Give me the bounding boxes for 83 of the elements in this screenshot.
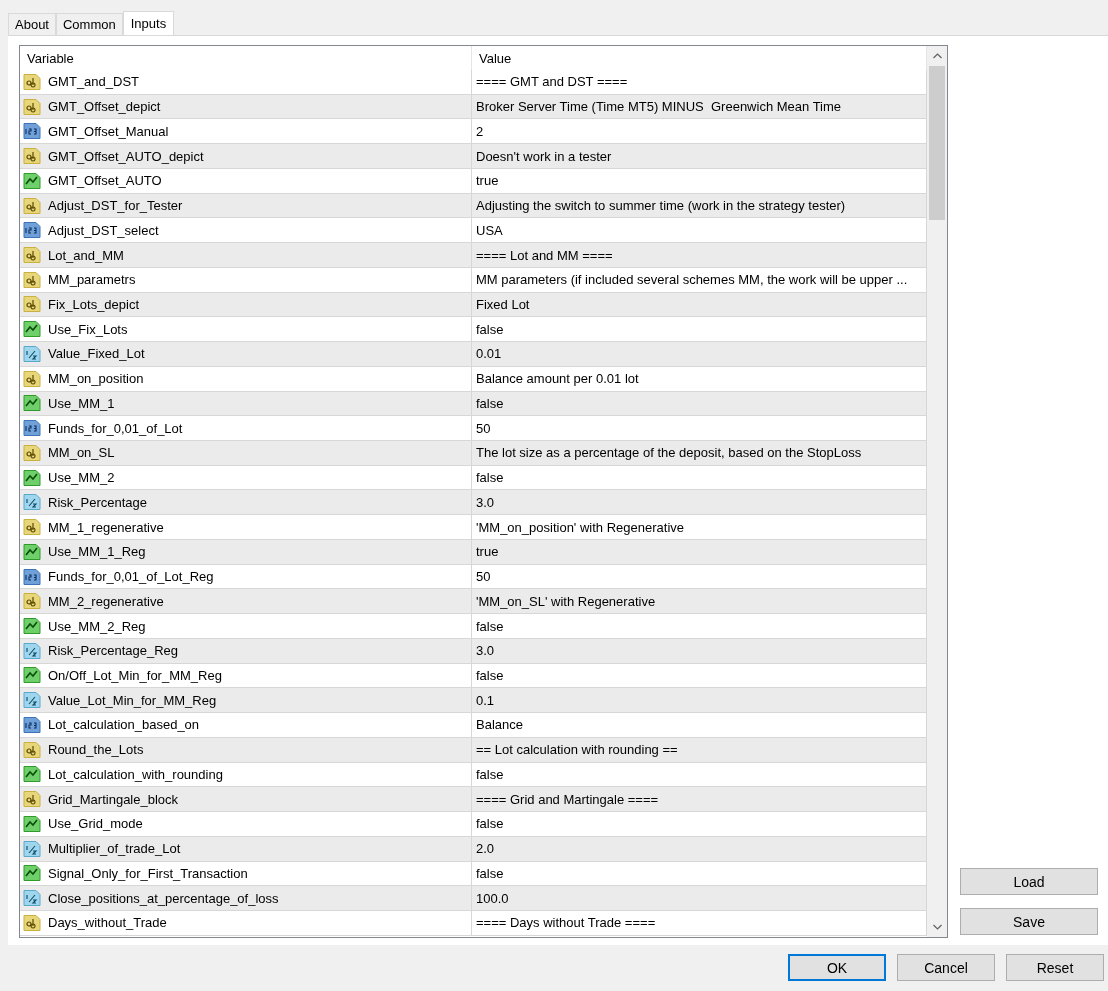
side-button[interactable]: Load [960,868,1098,895]
text-document-icon [23,913,41,932]
text-document-icon [23,295,41,314]
variable-name: MM_1_regenerative [48,519,164,535]
variable-name: Risk_Percentage [48,494,147,510]
tab[interactable]: Common [56,13,123,35]
line-document-icon [23,394,41,413]
line-document-icon [23,765,41,784]
text-document-icon [23,518,41,537]
variable-name: Close_positions_at_percentage_of_loss [48,890,279,906]
fraction-document-icon [23,641,41,660]
variable-name: Round_the_Lots [48,742,144,758]
variable-name: Signal_Only_for_First_Transaction [48,865,248,881]
text-document-icon [23,369,41,388]
tab[interactable]: Inputs [122,11,175,35]
number-document-icon [23,221,41,240]
variable-name: GMT_Offset_AUTO_depict [48,148,204,164]
number-document-icon [23,715,41,734]
variable-name: GMT_Offset_depict [48,99,161,115]
variable-name: MM_2_regenerative [48,593,164,609]
variable-name: Adjust_DST_for_Tester [48,198,183,214]
variable-name: GMT_Offset_Manual [48,123,169,139]
variable-name: Use_MM_1_Reg [48,544,146,560]
line-document-icon [23,864,41,883]
fraction-document-icon [23,493,41,512]
text-document-icon [23,592,41,611]
variable-name: Lot_calculation_based_on [48,717,200,733]
tab[interactable]: About [8,13,56,35]
text-document-icon [23,97,41,116]
variable-name: MM_parametrs [48,272,136,288]
text-document-icon [23,72,41,91]
scrollbar[interactable] [927,46,947,937]
variable-name: MM_on_position [48,371,144,387]
fraction-document-icon [23,344,41,363]
variable-name: Use_Fix_Lots [48,321,128,337]
number-document-icon [23,122,41,141]
text-document-icon [23,246,41,264]
dialog-button[interactable]: Cancel [897,954,995,981]
variable-name: Lot_and_MM [48,247,124,263]
variable-name: Grid_Martingale_block [48,791,179,807]
variable-name: Use_MM_2 [48,470,115,486]
text-document-icon [23,147,41,166]
scroll-down-icon[interactable] [932,924,942,930]
variable-name: Value_Fixed_Lot [48,346,145,362]
text-document-icon [23,790,41,809]
fraction-document-icon [23,691,41,710]
variable-name: Lot_calculation_with_rounding [48,766,223,782]
variable-name: Days_without_Trade [48,915,167,931]
line-document-icon [23,320,41,339]
variable-name: Use_MM_1 [48,395,115,411]
scrollbar-thumb[interactable] [929,66,945,220]
variable-name: Use_Grid_mode [48,816,143,832]
variable-name: Risk_Percentage_Reg [48,643,179,659]
line-document-icon [23,468,41,487]
number-document-icon [23,419,41,438]
dialog-button[interactable]: OK [788,954,886,981]
line-document-icon [23,542,41,561]
fraction-document-icon [23,889,41,908]
line-document-icon [23,666,41,685]
fraction-document-icon [23,839,41,858]
variable-name: Funds_for_0,01_of_Lot [48,420,183,436]
line-document-icon [23,171,41,190]
variable-name: Adjust_DST_select [48,222,159,238]
column-header[interactable]: Variable [20,46,472,70]
line-document-icon [23,617,41,635]
text-document-icon [23,443,41,462]
dialog-button[interactable]: Reset [1006,954,1104,981]
variable-name: Value_Lot_Min_for_MM_Reg [48,692,217,708]
number-document-icon [23,567,41,586]
variable-name: On/Off_Lot_Min_for_MM_Reg [48,668,222,683]
line-document-icon [23,814,41,833]
text-document-icon [23,740,41,759]
variable-name: Funds_for_0,01_of_Lot_Reg [48,569,214,585]
text-document-icon [23,196,41,215]
side-button[interactable]: Save [960,908,1098,935]
variable-name: Fix_Lots_depict [48,296,140,312]
scroll-up-icon[interactable] [932,53,942,59]
text-document-icon [23,270,41,289]
variable-name: GMT_Offset_AUTO [48,173,162,189]
variable-name: MM_on_SL [48,445,115,461]
variable-name: GMT_and_DST [48,74,140,90]
variable-name: Multiplier_of_trade_Lot [48,841,181,857]
variable-name: Use_MM_2_Reg [48,618,146,634]
